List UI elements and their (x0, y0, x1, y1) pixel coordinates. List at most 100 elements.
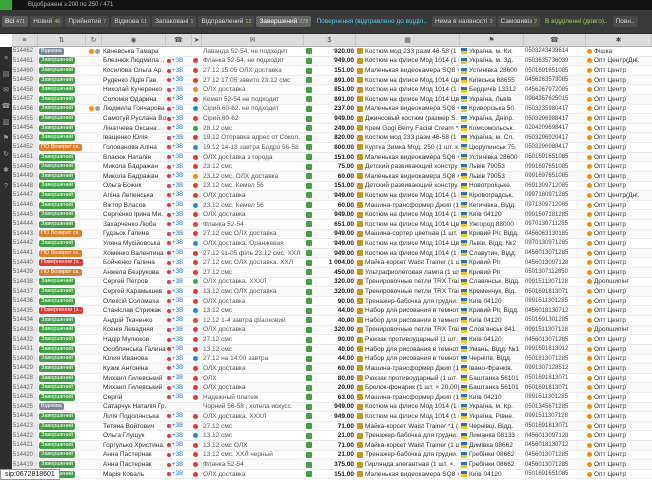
status-badge[interactable]: Завершений (39, 57, 75, 64)
customer-phone[interactable]: 0503635736039 (524, 57, 586, 66)
status-badge[interactable]: Завершений (39, 211, 75, 218)
add-call-link[interactable]: +ЗВ (166, 76, 192, 85)
customer-phone[interactable]: 0501691301285 (524, 316, 586, 325)
customer-phone[interactable]: 0456063130185 (524, 230, 586, 239)
table-row[interactable]: 514442ЗавершенийУляна Мусійовська+ЗВОЛХ … (12, 239, 652, 249)
status-badge[interactable]: Завершений (39, 105, 75, 112)
status-badge[interactable]: Завершений (39, 288, 75, 295)
table-row[interactable]: 514419ЗавершенийАнна Пастернак+ЗВФланка … (12, 460, 652, 470)
customer-phone[interactable]: 0991511301285 (524, 297, 586, 306)
app-logo-icon[interactable] (0, 0, 12, 10)
status-badge[interactable]: Завершений (39, 432, 75, 439)
tab-завершений[interactable]: Завершений278 (256, 16, 311, 27)
add-call-link[interactable]: +ЗВ (166, 220, 192, 229)
tab-відмова[interactable]: Відмова61 (111, 16, 150, 27)
status-badge[interactable]: Завершений (39, 278, 75, 285)
customer-phone[interactable]: 0971309712085 (524, 201, 586, 210)
status-badge[interactable]: Завершений (39, 442, 75, 449)
customer-phone[interactable]: 0456013097128 (524, 258, 586, 267)
add-call-link[interactable]: +ЗВ (166, 95, 192, 104)
table-row[interactable]: 514434ЗавершенийАндрій Ткаченко+ЗВ12.12 … (12, 316, 652, 326)
add-call-link[interactable]: +ЗВ (166, 182, 192, 191)
table-row[interactable]: 514430ЗавершенийЮлия Иванова+ЗВ27.12 на … (12, 355, 652, 365)
table-row[interactable]: 514440Повернення (з..Бойченко Галина+ЗВ2… (12, 258, 652, 268)
table-row[interactable]: 514420ЗавершенийАнна Пастернак+ЗВ13.12 с… (12, 451, 652, 461)
status-badge[interactable]: Завершений (39, 163, 75, 170)
status-badge[interactable]: Відмова (39, 48, 64, 55)
add-call-link[interactable]: +ЗВ (166, 57, 192, 66)
status-badge[interactable]: Завершений (39, 298, 75, 305)
status-badge[interactable]: Завершений (39, 326, 75, 333)
info-icon[interactable] (89, 106, 94, 111)
sip-bar[interactable]: sip:0672818601 (0, 469, 60, 480)
customer-phone[interactable]: 0501813071285 (524, 355, 586, 364)
delivery-icon[interactable]: ⚑ (460, 34, 524, 46)
table-row[interactable]: 514422ЗавершенийОльга Глущук+ЗВ13.12 смс… (12, 431, 652, 441)
customer-phone[interactable]: 0456018130712 (524, 306, 586, 315)
status-badge[interactable]: Повернення (з.. (39, 307, 83, 314)
customer-phone[interactable]: 0970130971285 (524, 239, 586, 248)
table-row[interactable]: 514426ЗавершенийСергій+ЗВНадежный платеж… (12, 393, 652, 403)
add-call-link[interactable]: +ЗВ (166, 143, 192, 152)
table-row[interactable]: 514436ЗавершенийОлексій Соломаха+ЗВОЛХ д… (12, 297, 652, 307)
customer-phone[interactable]: 0501691651085 (524, 470, 586, 479)
table-row[interactable]: 514454ЗавершенийЛінатчева Оксана ..+ЗВ28… (12, 124, 652, 134)
status-badge[interactable]: Повернення (з.. (39, 259, 83, 266)
table-row[interactable]: 514439ПО Возврат ск.Анжела Безрукова+ЗВ2… (12, 268, 652, 278)
status-badge[interactable]: Завершений (39, 182, 75, 189)
add-call-link[interactable]: +ЗВ (166, 105, 192, 114)
customer-phone[interactable]: 0503243439614 (524, 47, 586, 56)
flag-icon[interactable]: ⚑ (3, 135, 9, 142)
customer-phone[interactable]: 0991307128512 (524, 364, 586, 373)
tab-повернення-відправлено-до-відділ[interactable]: Повернення (відправлено до відділ.. (313, 16, 429, 27)
tab-новий[interactable]: Новий46 (30, 16, 63, 27)
customer-phone[interactable]: 0456013097128 (524, 431, 586, 440)
payment-icon[interactable]: $ (304, 34, 356, 46)
customer-phone[interactable]: 0991697651085 (524, 162, 586, 171)
status-badge[interactable]: Завершений (39, 67, 75, 74)
status-badge[interactable]: ПО Возврат ск. (39, 230, 82, 237)
status-badge[interactable]: Завершений (39, 384, 75, 391)
add-call-link[interactable]: +ЗВ (166, 383, 192, 392)
add-call-link[interactable]: +ЗВ (166, 210, 192, 219)
customer-phone[interactable]: 0991507181285 (524, 210, 586, 219)
customer-phone[interactable]: 0456263573085 (524, 76, 586, 85)
table-row[interactable]: 514446ЗавершенийВіктор Власов+ЗВ23.12 см… (12, 201, 652, 211)
status-badge[interactable]: Завершений (39, 317, 75, 324)
table-row[interactable]: 514450ЗавершенийМикола Бадражан+ЗВ23.12 … (12, 162, 652, 172)
calls-icon[interactable]: ☎ (166, 34, 192, 46)
status-badge[interactable]: Завершений (39, 240, 75, 247)
settings-col-icon[interactable]: ✱ (586, 34, 652, 46)
customer-phone[interactable]: 0501691813071 (524, 374, 586, 383)
add-call-link[interactable]: +ЗВ (166, 133, 192, 142)
status-badge[interactable]: Завершений (39, 86, 75, 93)
add-call-link[interactable]: +ЗВ (166, 172, 192, 181)
phone-icon[interactable]: ☎ (2, 103, 11, 110)
add-call-link[interactable]: +ЗВ (166, 201, 192, 210)
status-badge[interactable]: Завершений (39, 77, 75, 84)
table-row[interactable]: 514448ЗавершенийОльга Божик+ЗВ23.12 смс.… (12, 182, 652, 192)
add-call-link[interactable]: +ЗВ (166, 66, 192, 75)
customers-icon[interactable]: ◉ (102, 34, 166, 46)
status-badge[interactable]: Завершений (39, 413, 75, 420)
table-row[interactable]: 514424ЗавершенийЛілія Подолянська+ЗВОЛХ … (12, 412, 652, 422)
add-call-link[interactable]: +ЗВ (166, 278, 192, 287)
customer-phone[interactable]: 0503296988417 (524, 114, 586, 123)
table-row[interactable]: 514438ЗавершенийСергей Петров+ЗВОЛХ дост… (12, 278, 652, 288)
add-call-link[interactable]: +ЗВ (166, 441, 192, 450)
customer-phone[interactable]: 0456267972085 (524, 85, 586, 94)
add-call-link[interactable]: +ЗВ (166, 345, 192, 354)
add-call-link[interactable]: +ЗВ (166, 162, 192, 171)
status-badge[interactable]: ПО Возврат ск. (39, 269, 82, 276)
customer-phone[interactable]: 0503235980417 (524, 105, 586, 114)
table-row[interactable]: 514451ЗавершенийВласюк Наталія+ЗВОЛХ дос… (12, 153, 652, 163)
status-badge[interactable]: Завершений (39, 134, 75, 141)
status-badge[interactable]: Відмова (39, 403, 64, 410)
customer-phone[interactable]: 0456013071285 (524, 335, 586, 344)
add-call-link[interactable]: +ЗВ (166, 297, 192, 306)
status-badge[interactable]: Завершений (39, 115, 75, 122)
customer-phone[interactable]: 0991511307128 (524, 278, 586, 287)
add-call-link[interactable]: +ЗВ (166, 374, 192, 383)
table-row[interactable]: 514425ВідмоваСатарчук Наталія Гр.Чорний … (12, 403, 652, 413)
settings-icon[interactable]: ✱ (3, 167, 9, 174)
